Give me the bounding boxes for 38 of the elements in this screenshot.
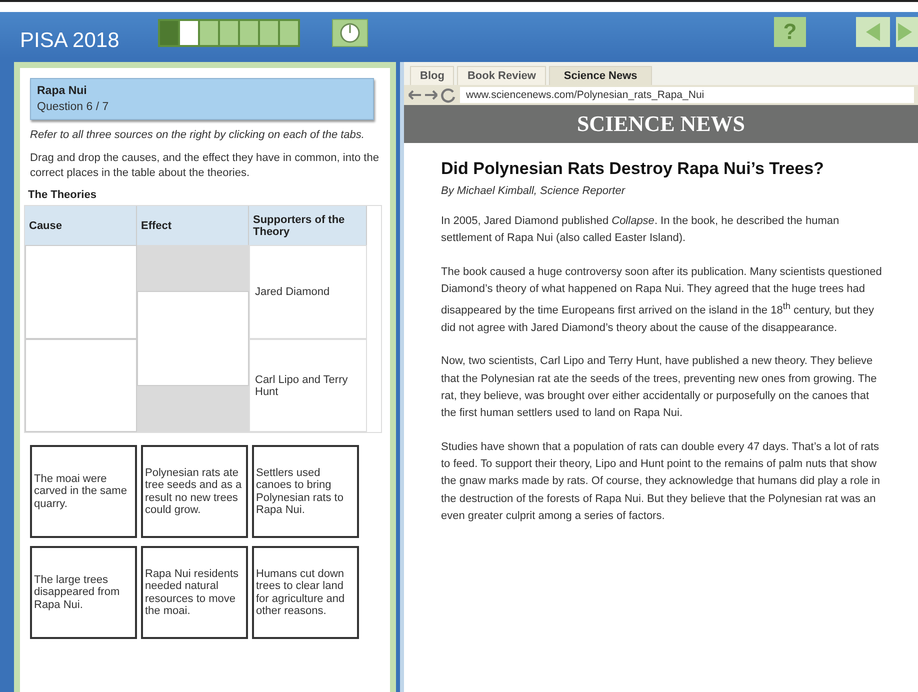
- back-button[interactable]: [856, 17, 890, 47]
- article-paragraph: The book caused a huge controversy soon after its publication. Many scientists questioned Diamond’s theory of what happened on Rapa Nui. They agreed that the huge trees had disappeared by the time Europeans first arrived on the island in the 18$^{th}$ century, but they did not agree with Jared Diamond’s theory about the cause of the disappearance.: [441, 264, 882, 336]
- answer-card[interactable]: The moai were carved in the same quarry.: [30, 445, 137, 538]
- next-button[interactable]: [896, 17, 918, 47]
- right-arrow-icon: [896, 22, 914, 42]
- article-paragraph: Studies have shown that a population of rats can double every 47 days. That’s a lot of rats to feed. To support their theory, Lipo and Hunt point to the remains of palm nuts that show the gnaw marks made by rats. Of course, they acknowledge that humans did play a role in the destruction of the forests of Rapa Nui. But they believe that the Polynesian rat was an even greater culprit among a series of factors.: [441, 440, 882, 524]
- browser-nav-icons: [408, 87, 456, 103]
- source-tab[interactable]: Science News: [548, 66, 652, 85]
- unit-title: Rapa Nui: [37, 85, 88, 97]
- left-arrow-icon: [864, 22, 882, 42]
- clock-icon: [339, 22, 361, 44]
- question-number: Question 6 / 7: [37, 101, 110, 113]
- byline: By Michael Kimball, Science Reporter: [441, 185, 626, 197]
- drop-zone[interactable]: [25, 245, 137, 339]
- address-bar[interactable]: www.sciencenews.com/Polynesian_rats_Rapa_Nui: [460, 87, 914, 103]
- table-cell: Carl Lipo and Terry Hunt: [249, 339, 367, 432]
- instruction-text: Refer to all three sources on the right by clicking on each of the tabs.: [30, 128, 366, 143]
- article-paragraph: In 2005, Jared Diamond published Collapse. In the book, he described the human settlement of Rapa Nui (also called Easter Island).: [441, 214, 840, 246]
- article-paragraph: Now, two scientists, Carl Lipo and Terry Hunt, have published a new theory. They believe that the Polynesian rat ate the seeds of the trees, preventing new ones from growing. The rat, they believe, was brought over either accidentally or purposefully on the canoes that the first human settlers used to land on Rapa Nui.: [441, 354, 878, 422]
- column-header: Cause: [25, 206, 137, 245]
- answer-card[interactable]: Settlers used canoes to bring Polynesian rats to Rapa Nui.: [252, 445, 359, 538]
- column-header: Supporters of the Theory: [249, 206, 367, 245]
- answer-card[interactable]: The large trees disappeared from Rapa Nui.: [30, 546, 137, 639]
- answer-card[interactable]: Humans cut down trees to clear land for agriculture and other reasons.: [252, 546, 359, 639]
- timer-button[interactable]: [332, 19, 368, 47]
- answer-card[interactable]: Rapa Nui residents needed natural resources to move the moai.: [141, 546, 248, 639]
- drop-zone[interactable]: [137, 291, 249, 386]
- instruction-text: Drag and drop the causes, and the effect they have in common, into the correct places in the table about the theories.: [30, 151, 380, 181]
- app-title: PISA 2018: [20, 29, 120, 53]
- table-cell: Jared Diamond: [249, 245, 367, 339]
- source-tab[interactable]: Blog: [410, 66, 454, 85]
- drop-zone[interactable]: [25, 339, 137, 432]
- site-name: SCIENCE NEWS: [576, 111, 746, 137]
- source-tab[interactable]: Book Review: [457, 66, 546, 85]
- table-title: The Theories: [28, 189, 98, 201]
- article-headline: Did Polynesian Rats Destroy Rapa Nui’s Trees?: [441, 159, 825, 179]
- answer-card[interactable]: Polynesian rats ate tree seeds and as a result no new trees could grow.: [141, 445, 248, 538]
- column-header: Effect: [137, 206, 249, 245]
